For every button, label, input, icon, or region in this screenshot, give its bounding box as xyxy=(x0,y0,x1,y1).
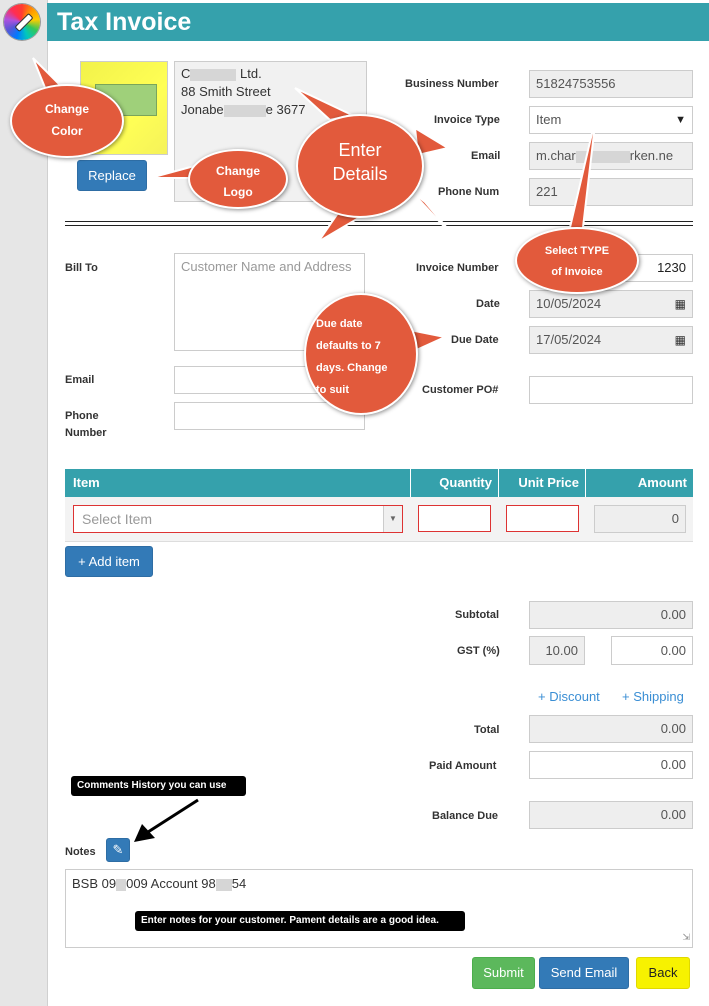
callout-pointer xyxy=(566,115,597,237)
change-color-callout: Change Color xyxy=(10,84,124,158)
enter-details-callout: Enter Details xyxy=(296,114,424,218)
arrow-head xyxy=(134,824,155,842)
due-date-callout: Due date defaults to 7 days. Change to suit xyxy=(304,293,418,415)
arrow-line xyxy=(147,798,199,834)
change-logo-callout: Change Logo xyxy=(188,149,288,209)
select-type-callout: Select TYPE of Invoice xyxy=(515,227,639,294)
callout-pointer xyxy=(409,189,465,249)
